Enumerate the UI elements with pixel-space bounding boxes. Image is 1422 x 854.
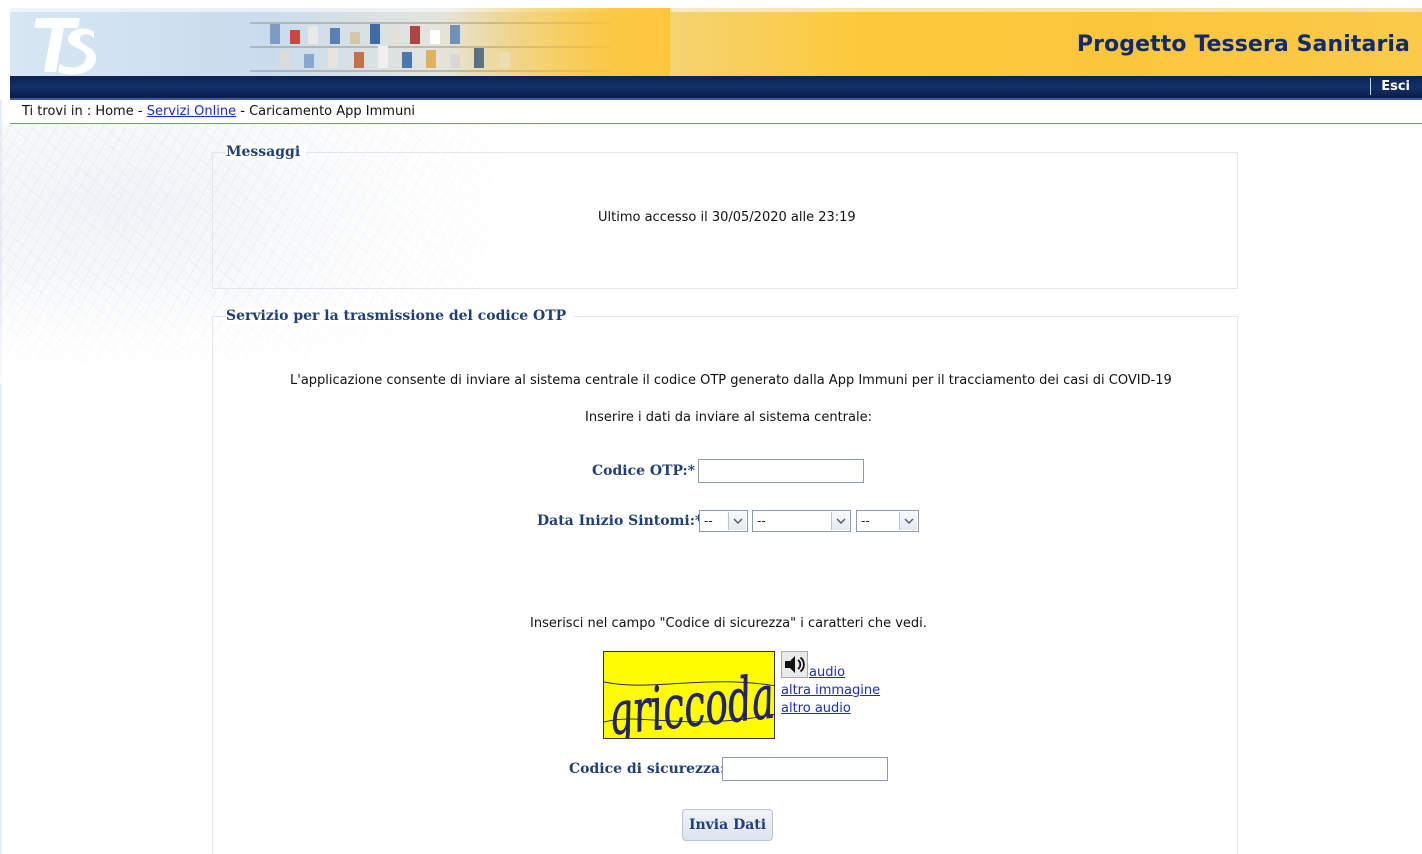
header-fade	[450, 8, 670, 76]
symptom-year-value: --	[861, 514, 870, 528]
captcha-audio-link[interactable]: audio	[809, 665, 845, 680]
symptom-day-value: --	[704, 514, 713, 528]
page: Progetto Tessera Sanitaria Esci Ti trovi…	[0, 0, 1422, 854]
symptom-month-select[interactable]: --	[752, 510, 851, 532]
service-instruction: Inserire i dati da inviare al sistema ce…	[585, 410, 872, 425]
header-top-strip	[10, 8, 1422, 12]
site-header: Progetto Tessera Sanitaria	[10, 8, 1422, 76]
chevron-down-icon	[899, 512, 917, 530]
logout-link[interactable]: Esci	[1381, 79, 1410, 94]
top-navbar: Esci	[10, 76, 1422, 100]
captcha-text: griccoda	[605, 662, 775, 739]
breadcrumb: Ti trovi in : Home - Servizi Online - Ca…	[22, 104, 415, 119]
last-access-text: Ultimo accesso il 30/05/2020 alle 23:19	[598, 210, 856, 225]
breadcrumb-prefix: Ti trovi in : Home -	[22, 104, 147, 119]
submit-button[interactable]: Invia Dati	[682, 809, 773, 841]
ts-logo-icon[interactable]	[32, 14, 102, 76]
breadcrumb-separator: -	[236, 104, 250, 119]
symptom-year-select[interactable]: --	[856, 510, 919, 532]
security-code-input[interactable]	[722, 757, 888, 781]
otp-input[interactable]	[698, 459, 864, 483]
otp-label: Codice OTP:*	[592, 463, 696, 479]
symptom-date-label: Data Inizio Sintomi:*	[537, 513, 703, 529]
chevron-down-icon	[831, 512, 849, 530]
breadcrumb-current: Caricamento App Immuni	[249, 104, 416, 119]
breadcrumb-link-servizi-online[interactable]: Servizi Online	[147, 104, 236, 119]
messages-title: Messaggi	[226, 144, 307, 160]
symptom-month-value: --	[757, 514, 766, 528]
security-code-label: Codice di sicurezza:	[569, 761, 726, 777]
symptom-day-select[interactable]: --	[699, 510, 748, 532]
speaker-icon[interactable]	[781, 651, 808, 678]
navbar-separator	[1370, 78, 1371, 95]
captcha-instruction: Inserisci nel campo "Codice di sicurezza…	[530, 616, 927, 631]
captcha-other-image-link[interactable]: altra immagine	[781, 683, 880, 698]
site-title: Progetto Tessera Sanitaria	[1076, 32, 1410, 57]
chevron-down-icon	[728, 512, 746, 530]
captcha-other-audio-link[interactable]: altro audio	[781, 701, 851, 716]
service-title: Servizio per la trasmissione del codice …	[226, 308, 575, 324]
captcha-image: griccoda	[603, 651, 775, 739]
service-description: L'applicazione consente di inviare al si…	[290, 373, 1172, 388]
